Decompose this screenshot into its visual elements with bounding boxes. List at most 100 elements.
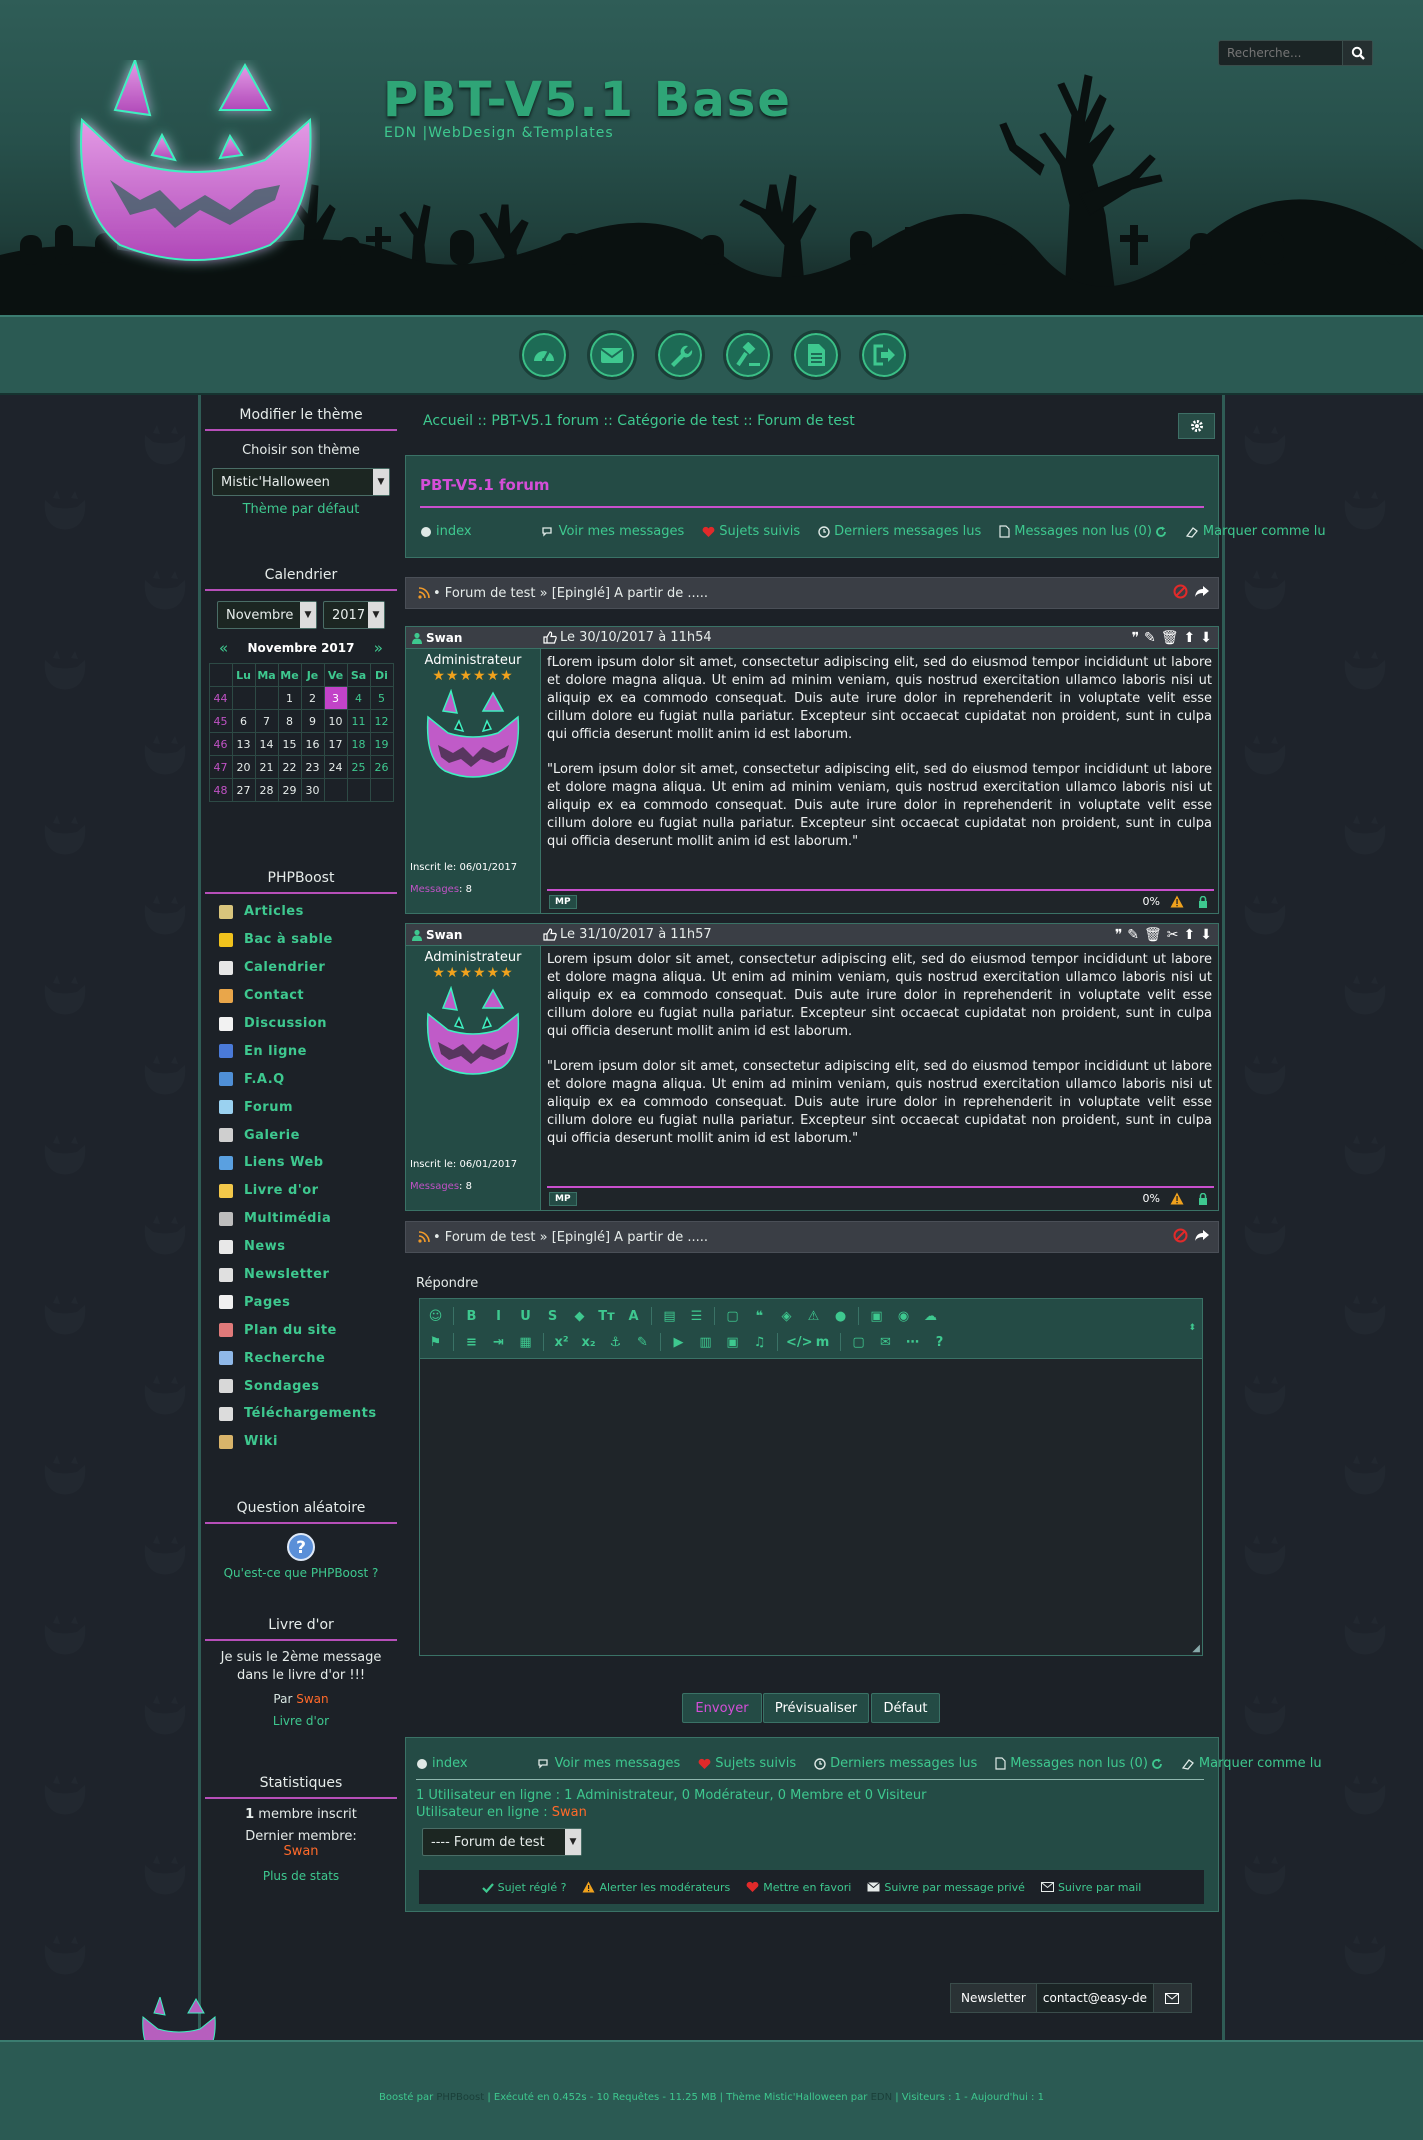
calendar-day[interactable]: 17 [323,732,348,756]
alert-moderators-link[interactable]: Alerter les modérateurs [582,1881,730,1894]
year-select[interactable]: 2017 ▼ [323,601,385,629]
calendar-day[interactable]: 24 [323,755,348,779]
menu-item[interactable]: Newsletter [219,1261,397,1289]
menu-item[interactable]: F.A.Q [219,1065,397,1093]
guestbook-author-link[interactable]: Swan [296,1692,328,1706]
editor-tool-button[interactable]: ▶ [669,1335,688,1350]
default-button[interactable]: Défaut [871,1693,940,1723]
guestbook-link[interactable]: Livre d'or [273,1714,329,1728]
favorite-link[interactable]: Mettre en favori [746,1881,851,1894]
trash-icon[interactable]: 🗑︎ [1161,630,1179,646]
forum-title[interactable]: PBT-V5.1 forum [420,476,1204,494]
private-message-button[interactable]: MP [549,1191,577,1206]
editor-tool-button[interactable]: ▢ [849,1335,868,1350]
editor-expand-icon[interactable]: ⬍ [1188,1323,1196,1333]
calendar-day[interactable]: 13 [231,732,256,756]
menu-item[interactable]: Livre d'or [219,1177,397,1205]
calendar-day[interactable]: 22 [277,755,302,779]
followed-topics-link[interactable]: Sujets suivis [702,524,800,539]
menu-item[interactable]: Liens Web [219,1149,397,1177]
month-select[interactable]: Novembre ▼ [217,601,317,629]
menu-item[interactable]: Multimédia [219,1205,397,1233]
unread-link[interactable]: Messages non lus (0) [999,524,1167,539]
private-message-button[interactable]: MP [549,894,577,909]
editor-tool-button[interactable]: A [624,1309,643,1324]
arrow-down-icon[interactable]: ⬇ [1200,927,1212,943]
calendar-day[interactable]: 3 [323,686,348,710]
footer-phpboost-link[interactable]: PHPBoost [436,2092,484,2103]
editor-tool-button[interactable]: ≡ [462,1335,481,1350]
post-author[interactable]: Swan [406,928,541,942]
editor-tool-button[interactable]: </> [786,1335,813,1350]
editor-textarea[interactable] [420,1360,1202,1655]
menu-item[interactable]: Discussion [219,1010,397,1038]
post-author[interactable]: Swan [406,631,541,645]
warning-icon[interactable] [1170,1192,1184,1205]
online-user-link[interactable]: Swan [552,1805,587,1820]
editor-tool-button[interactable]: ◉ [894,1309,913,1324]
menu-item[interactable]: Contact [219,982,397,1010]
editor-tool-button[interactable]: U [516,1309,535,1324]
nav-logout-button[interactable] [859,330,909,380]
forum-jump-select[interactable]: ---- Forum de test ▼ [422,1828,582,1856]
nav-moderation-button[interactable] [723,330,773,380]
breadcrumb-forum[interactable]: PBT-V5.1 forum [491,413,599,429]
quote-icon[interactable]: ❞ [1115,927,1123,943]
menu-item[interactable]: Recherche [219,1344,397,1372]
theme-select[interactable]: Mistic'Halloween ▼ [212,468,390,496]
breadcrumb-current[interactable]: Forum de test [757,413,855,429]
editor-tool-button[interactable]: ▥ [696,1335,715,1350]
editor-tool-button[interactable]: ❝ [750,1309,769,1324]
nav-contribution-button[interactable] [791,330,841,380]
editor-tool-button[interactable]: ▢ [723,1309,742,1324]
editor-tool-button[interactable]: ▣ [723,1335,742,1350]
calendar-prev-button[interactable]: « [219,639,228,657]
editor-tool-button[interactable]: x² [552,1335,571,1350]
share-icon[interactable] [1194,584,1210,599]
editor-tool-button[interactable]: ◈ [777,1309,796,1324]
share-icon[interactable] [1194,1228,1210,1243]
default-theme-link[interactable]: Thème par défaut [243,502,360,517]
menu-item[interactable]: Plan du site [219,1316,397,1344]
editor-tool-button[interactable]: ◆ [570,1309,589,1324]
arrow-down-icon[interactable]: ⬇ [1200,630,1212,646]
calendar-day[interactable]: 18 [346,732,371,756]
calendar-day[interactable]: 25 [346,755,371,779]
editor-tool-button[interactable]: ⋯ [903,1335,922,1350]
quote-icon[interactable]: ❞ [1131,630,1139,646]
nav-dashboard-button[interactable] [519,330,569,380]
ban-icon[interactable] [1173,584,1188,599]
send-button[interactable]: Envoyer [682,1693,762,1723]
last-read-link[interactable]: Derniers messages lus [814,1756,977,1771]
editor-tool-button[interactable]: m [813,1335,832,1350]
my-messages-link[interactable]: Voir mes messages [537,1756,680,1771]
calendar-day[interactable]: 1 [277,686,302,710]
follow-pm-link[interactable]: Suivre par message privé [867,1881,1025,1894]
calendar-day[interactable]: 12 [369,709,394,733]
menu-item[interactable]: Téléchargements [219,1400,397,1428]
site-title[interactable]: PBT-V5.1 Base [383,72,792,128]
edit-icon[interactable]: ✎ [1127,927,1139,943]
search-button[interactable] [1342,41,1372,65]
breadcrumb-category[interactable]: Catégorie de test [617,413,738,429]
menu-item[interactable]: Bac à sable [219,926,397,954]
editor-tool-button[interactable]: x₂ [579,1335,598,1350]
editor-tool-button[interactable]: ⚓ [606,1335,625,1350]
random-question-link[interactable]: Qu'est-ce que PHPBoost ? [224,1566,379,1580]
ban-icon[interactable] [1173,1228,1188,1243]
editor-tool-button[interactable]: ⇥ [489,1335,508,1350]
calendar-day[interactable]: 21 [254,755,279,779]
editor-tool-button[interactable]: ✎ [633,1335,652,1350]
nav-settings-button[interactable] [655,330,705,380]
menu-item[interactable]: Forum [219,1093,397,1121]
nav-messages-button[interactable] [587,330,637,380]
calendar-day[interactable]: 27 [231,778,256,802]
follow-mail-link[interactable]: Suivre par mail [1040,1881,1141,1894]
editor-tool-button[interactable]: ▦ [516,1335,535,1350]
calendar-day[interactable]: 11 [346,709,371,733]
newsletter-email-input[interactable]: contact@easy-de [1037,1984,1153,2012]
search-input[interactable] [1219,41,1342,65]
topic-title-link[interactable]: • Forum de test » [Epinglé] A partir de … [433,586,708,601]
my-messages-link[interactable]: Voir mes messages [541,524,684,539]
lock-icon[interactable] [1198,1192,1208,1205]
